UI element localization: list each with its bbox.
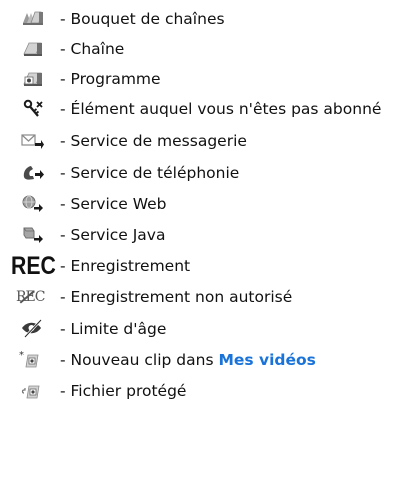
messaging-service-icon xyxy=(21,131,45,151)
legend-label: - Service Web xyxy=(60,195,167,213)
svg-text:*: * xyxy=(19,350,24,361)
age-limit-icon xyxy=(21,319,45,339)
icon-legend: - Bouquet de chaînes - Chaîne - Programm… xyxy=(0,0,410,478)
program-icon xyxy=(21,69,45,89)
legend-label: - Service de messagerie xyxy=(60,132,247,150)
telephony-service-icon xyxy=(21,163,45,183)
legend-label: - Fichier protégé xyxy=(60,382,187,400)
recording-icon: REC xyxy=(11,252,56,280)
legend-label: - Enregistrement non autorisé xyxy=(60,288,293,306)
legend-label: - Service de téléphonie xyxy=(60,164,240,182)
channel-bundle-icon xyxy=(21,9,45,29)
legend-label: - Chaîne xyxy=(60,40,125,58)
legend-label: - Limite d'âge xyxy=(60,320,167,338)
legend-label: - Service Java xyxy=(60,226,166,244)
legend-label: - Bouquet de chaînes xyxy=(60,10,225,28)
recording-not-allowed-icon: REC xyxy=(16,289,45,305)
not-subscribed-icon xyxy=(21,99,45,119)
legend-label: - Programme xyxy=(60,70,161,88)
web-service-icon xyxy=(21,194,45,214)
java-service-icon xyxy=(21,225,45,245)
legend-label: - Enregistrement xyxy=(60,257,191,275)
new-clip-icon: * xyxy=(19,350,43,370)
protected-file-icon xyxy=(21,381,45,401)
channel-icon xyxy=(21,39,45,59)
legend-label: - Élément auquel vous n'êtes pas abonné xyxy=(60,100,382,118)
legend-label: - Nouveau clip dans Mes vidéos xyxy=(60,351,316,369)
my-videos-link[interactable]: Mes vidéos xyxy=(218,351,315,369)
